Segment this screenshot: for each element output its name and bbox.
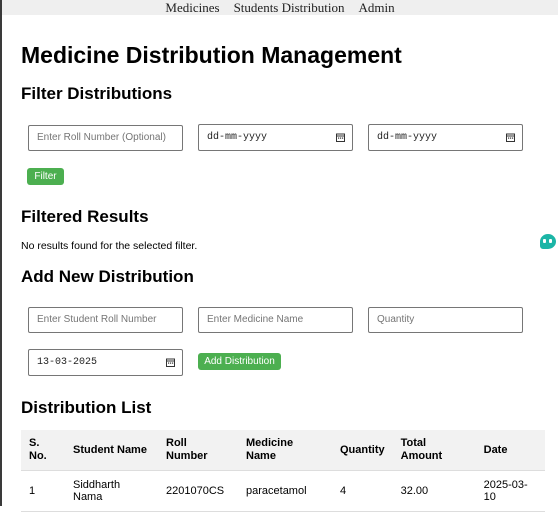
filter-button[interactable]: Filter (27, 168, 64, 185)
col-roll-number: Roll Number (158, 430, 238, 471)
cell-medicine-name: paracetamol (238, 470, 332, 512)
add-date-value: 13-03-2025 (37, 357, 98, 368)
cell-roll-number: 2201070CS (158, 470, 238, 512)
add-date-input[interactable]: 13-03-2025 (28, 349, 183, 376)
window-edge (0, 0, 2, 506)
table-row: 1 Siddharth Nama 2201070CS paracetamol 4… (21, 470, 545, 512)
no-results-message: No results found for the selected filter… (21, 240, 198, 252)
calendar-icon[interactable] (336, 133, 345, 142)
nav-medicines[interactable]: Medicines (165, 0, 219, 15)
distribution-table: S. No. Student Name Roll Number Medicine… (21, 430, 545, 512)
cell-date: 2025-03-10 (475, 470, 545, 512)
add-quantity-input[interactable]: Quantity (368, 307, 523, 333)
page-title: Medicine Distribution Management (21, 42, 402, 68)
add-distribution-button[interactable]: Add Distribution (198, 353, 281, 370)
filter-end-date-value: dd-mm-yyyy (377, 132, 438, 143)
nav-admin[interactable]: Admin (358, 0, 394, 15)
list-heading: Distribution List (21, 398, 152, 417)
nav-students-distribution[interactable]: Students Distribution (234, 0, 345, 15)
table-header-row: S. No. Student Name Roll Number Medicine… (21, 430, 545, 471)
filter-end-date[interactable]: dd-mm-yyyy (368, 124, 523, 151)
cell-quantity: 4 (332, 470, 393, 512)
chat-icon[interactable] (540, 234, 556, 249)
col-medicine-name: Medicine Name (238, 430, 332, 471)
filter-roll-input[interactable]: Enter Roll Number (Optional) (28, 125, 183, 151)
cell-student-name: Siddharth Nama (65, 470, 158, 512)
filter-start-date[interactable]: dd-mm-yyyy (198, 124, 353, 151)
filter-start-date-value: dd-mm-yyyy (207, 132, 268, 143)
col-quantity: Quantity (332, 430, 393, 471)
results-heading: Filtered Results (21, 207, 149, 226)
calendar-icon[interactable] (506, 133, 515, 142)
add-medicine-input[interactable]: Enter Medicine Name (198, 307, 353, 333)
calendar-icon[interactable] (166, 358, 175, 367)
col-date: Date (475, 430, 545, 471)
add-heading: Add New Distribution (21, 267, 194, 286)
top-nav: Medicines Students Distribution Admin (2, 0, 558, 15)
add-roll-input[interactable]: Enter Student Roll Number (28, 307, 183, 333)
cell-total-amount: 32.00 (392, 470, 476, 512)
filter-heading: Filter Distributions (21, 84, 173, 103)
col-sno: S. No. (21, 430, 65, 471)
cell-sno: 1 (21, 470, 65, 512)
col-student-name: Student Name (65, 430, 158, 471)
col-total-amount: Total Amount (392, 430, 476, 471)
